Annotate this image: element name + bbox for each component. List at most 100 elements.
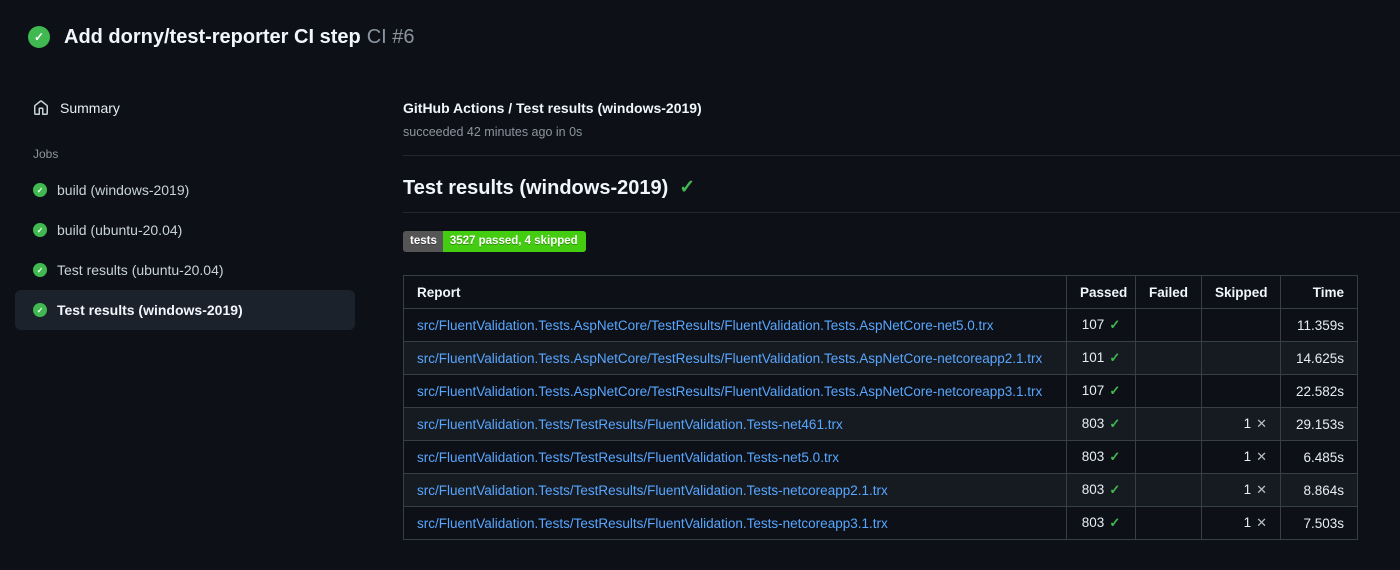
report-link[interactable]: src/FluentValidation.Tests.AspNetCore/Te… xyxy=(417,351,1042,366)
skipped-cell: 1 ✕ xyxy=(1201,473,1281,507)
report-link[interactable]: src/FluentValidation.Tests/TestResults/F… xyxy=(417,483,888,498)
pass-check-icon: ✓ xyxy=(1109,482,1121,497)
skipped-cell xyxy=(1201,308,1281,342)
job-success-icon: ✓ xyxy=(33,223,47,237)
passed-count: 803 xyxy=(1081,416,1105,431)
skipped-count: 1 xyxy=(1243,449,1252,464)
job-label: build (ubuntu-20.04) xyxy=(57,222,183,238)
status-line: succeeded 42 minutes ago in 0s xyxy=(403,125,583,139)
skipped-count: 1 xyxy=(1243,416,1252,431)
skipped-cell xyxy=(1201,374,1281,408)
sidebar: Summary Jobs ✓ build (windows-2019) ✓ build… xyxy=(0,98,403,330)
pass-check-icon: ✓ xyxy=(1109,449,1121,464)
skip-cross-icon: ✕ xyxy=(1256,515,1267,530)
skip-cross-icon: ✕ xyxy=(1256,482,1267,497)
column-header-passed: Passed xyxy=(1066,275,1136,309)
job-label: Test results (windows-2019) xyxy=(57,302,243,318)
section-divider xyxy=(403,155,1400,156)
passed-count: 107 xyxy=(1081,317,1105,332)
pass-check-icon: ✓ xyxy=(1109,416,1121,431)
table-row: src/FluentValidation.Tests/TestResults/F… xyxy=(403,506,1358,540)
column-header-report: Report xyxy=(403,275,1067,309)
failed-cell xyxy=(1135,374,1202,408)
time-cell: 11.359s xyxy=(1280,308,1358,342)
sidebar-item-summary[interactable]: Summary xyxy=(0,98,403,118)
passed-cell: 803 ✓ xyxy=(1066,506,1136,540)
skipped-count: 1 xyxy=(1243,515,1252,530)
report-cell: src/FluentValidation.Tests.AspNetCore/Te… xyxy=(403,374,1067,408)
skipped-cell: 1 ✕ xyxy=(1201,506,1281,540)
job-label: Test results (ubuntu-20.04) xyxy=(57,262,224,278)
run-number: CI #6 xyxy=(366,26,415,48)
passed-count: 803 xyxy=(1081,449,1105,464)
run-header: ✓ Add dorny/test-reporter CI step CI #6 xyxy=(0,0,1400,48)
report-link[interactable]: src/FluentValidation.Tests/TestResults/F… xyxy=(417,417,843,432)
sidebar-item-test-results-ubuntu-20-04[interactable]: ✓ Test results (ubuntu-20.04) xyxy=(15,250,355,290)
failed-cell xyxy=(1135,407,1202,441)
run-title: Add dorny/test-reporter CI step xyxy=(64,26,361,48)
summary-label: Summary xyxy=(60,100,120,116)
report-cell: src/FluentValidation.Tests/TestResults/F… xyxy=(403,473,1067,507)
section-title: Test results (windows-2019) ✓ xyxy=(403,176,1400,213)
time-cell: 22.582s xyxy=(1280,374,1358,408)
report-link[interactable]: src/FluentValidation.Tests/TestResults/F… xyxy=(417,516,888,531)
failed-cell xyxy=(1135,473,1202,507)
skip-cross-icon: ✕ xyxy=(1256,416,1267,431)
job-label: build (windows-2019) xyxy=(57,182,190,198)
time-cell: 29.153s xyxy=(1280,407,1358,441)
pass-check-icon: ✓ xyxy=(1109,383,1121,398)
run-title-line: Add dorny/test-reporter CI step CI #6 xyxy=(64,26,415,48)
report-cell: src/FluentValidation.Tests/TestResults/F… xyxy=(403,440,1067,474)
skip-cross-icon: ✕ xyxy=(1256,449,1267,464)
table-row: src/FluentValidation.Tests/TestResults/F… xyxy=(403,407,1358,441)
report-cell: src/FluentValidation.Tests.AspNetCore/Te… xyxy=(403,341,1067,375)
report-link[interactable]: src/FluentValidation.Tests.AspNetCore/Te… xyxy=(417,384,1042,399)
skipped-cell xyxy=(1201,341,1281,375)
skipped-count: 1 xyxy=(1243,482,1252,497)
column-header-skipped: Skipped xyxy=(1201,275,1281,309)
report-link[interactable]: src/FluentValidation.Tests/TestResults/F… xyxy=(417,450,839,465)
time-cell: 6.485s xyxy=(1280,440,1358,474)
pass-check-icon: ✓ xyxy=(1109,515,1121,530)
job-success-icon: ✓ xyxy=(33,303,47,317)
jobs-list: ✓ build (windows-2019) ✓ build (ubuntu-20.0… xyxy=(0,170,403,330)
pass-check-icon: ✓ xyxy=(1109,350,1121,365)
sidebar-item-build-windows-2019[interactable]: ✓ build (windows-2019) xyxy=(15,170,355,210)
report-link[interactable]: src/FluentValidation.Tests.AspNetCore/Te… xyxy=(417,318,994,333)
jobs-section-label: Jobs xyxy=(33,147,59,161)
time-cell: 8.864s xyxy=(1280,473,1358,507)
badge-label: tests xyxy=(403,231,443,252)
section-title-text: Test results (windows-2019) xyxy=(403,177,669,199)
passed-cell: 101 ✓ xyxy=(1066,341,1136,375)
skipped-cell: 1 ✕ xyxy=(1201,407,1281,441)
tests-badge: tests 3527 passed, 4 skipped xyxy=(403,231,586,252)
skipped-cell: 1 ✕ xyxy=(1201,440,1281,474)
passed-count: 803 xyxy=(1081,515,1105,530)
passed-cell: 107 ✓ xyxy=(1066,374,1136,408)
table-row: src/FluentValidation.Tests.AspNetCore/Te… xyxy=(403,308,1358,342)
column-header-failed: Failed xyxy=(1135,275,1202,309)
passed-cell: 803 ✓ xyxy=(1066,473,1136,507)
failed-cell xyxy=(1135,308,1202,342)
breadcrumb: GitHub Actions / Test results (windows-2… xyxy=(403,100,702,116)
passed-cell: 803 ✓ xyxy=(1066,407,1136,441)
main-panel: GitHub Actions / Test results (windows-2… xyxy=(403,98,1400,540)
table-header-row: Report Passed Failed Skipped Time xyxy=(403,275,1358,309)
failed-cell xyxy=(1135,506,1202,540)
passed-count: 803 xyxy=(1081,482,1105,497)
table-row: src/FluentValidation.Tests/TestResults/F… xyxy=(403,440,1358,474)
report-cell: src/FluentValidation.Tests/TestResults/F… xyxy=(403,506,1067,540)
table-row: src/FluentValidation.Tests/TestResults/F… xyxy=(403,473,1358,507)
passed-count: 101 xyxy=(1081,350,1105,365)
table-row: src/FluentValidation.Tests.AspNetCore/Te… xyxy=(403,374,1358,408)
run-success-icon: ✓ xyxy=(28,26,50,48)
job-success-icon: ✓ xyxy=(33,183,47,197)
results-table: Report Passed Failed Skipped Time src/Fluent… xyxy=(403,275,1358,540)
job-success-icon: ✓ xyxy=(33,263,47,277)
passed-cell: 803 ✓ xyxy=(1066,440,1136,474)
report-cell: src/FluentValidation.Tests.AspNetCore/Te… xyxy=(403,308,1067,342)
sidebar-item-build-ubuntu-20-04[interactable]: ✓ build (ubuntu-20.04) xyxy=(15,210,355,250)
failed-cell xyxy=(1135,440,1202,474)
sidebar-item-test-results-windows-2019[interactable]: ✓ Test results (windows-2019) xyxy=(15,290,355,330)
column-header-time: Time xyxy=(1280,275,1358,309)
